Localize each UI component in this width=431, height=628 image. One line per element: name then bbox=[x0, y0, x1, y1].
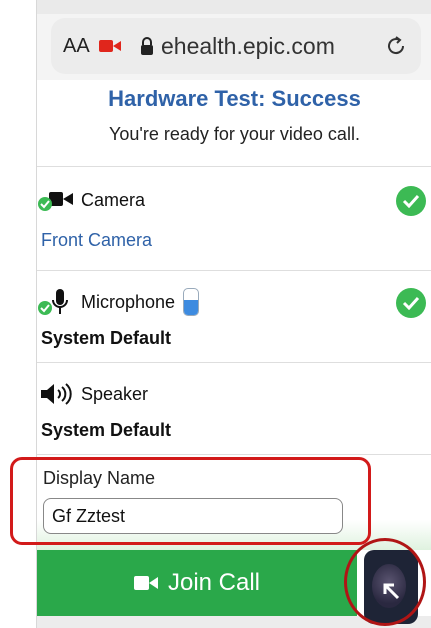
camera-check-icon bbox=[396, 186, 426, 216]
join-call-button[interactable]: Join Call bbox=[37, 550, 357, 616]
lock-icon bbox=[139, 36, 155, 56]
join-call-label: Join Call bbox=[167, 569, 261, 596]
speaker-icon bbox=[37, 382, 77, 406]
microphone-label: Microphone bbox=[81, 291, 176, 312]
url-text[interactable]: ehealth.epic.com bbox=[161, 33, 383, 60]
camera-icon bbox=[37, 188, 77, 212]
speaker-selection[interactable]: System Default bbox=[41, 420, 171, 441]
speaker-label: Speaker bbox=[81, 383, 149, 404]
status-bar bbox=[37, 0, 431, 14]
microphone-icon bbox=[37, 288, 77, 316]
mic-level-meter bbox=[183, 288, 200, 316]
page-subtitle: You're ready for your video call. bbox=[109, 124, 360, 144]
page-title: Hardware Test: Success bbox=[108, 86, 361, 111]
divider bbox=[37, 454, 431, 455]
speaker-row: Speaker bbox=[37, 382, 148, 406]
microphone-row: Microphone bbox=[37, 288, 200, 316]
camera-label: Camera bbox=[81, 189, 146, 210]
video-camera-icon bbox=[133, 575, 158, 591]
highlight-rectangle bbox=[10, 457, 371, 545]
microphone-check-icon bbox=[396, 288, 426, 318]
reload-icon[interactable] bbox=[383, 33, 409, 59]
highlight-circle bbox=[344, 538, 426, 626]
address-bar[interactable]: AA ehealth.epic.com bbox=[51, 18, 421, 74]
divider bbox=[37, 166, 431, 167]
camera-recording-icon[interactable] bbox=[99, 37, 125, 55]
microphone-selection[interactable]: System Default bbox=[41, 328, 171, 349]
divider bbox=[37, 270, 431, 271]
divider bbox=[37, 362, 431, 363]
camera-row: Camera bbox=[37, 188, 145, 212]
camera-selection-link[interactable]: Front Camera bbox=[41, 230, 152, 251]
text-size-button[interactable]: AA bbox=[63, 35, 99, 58]
